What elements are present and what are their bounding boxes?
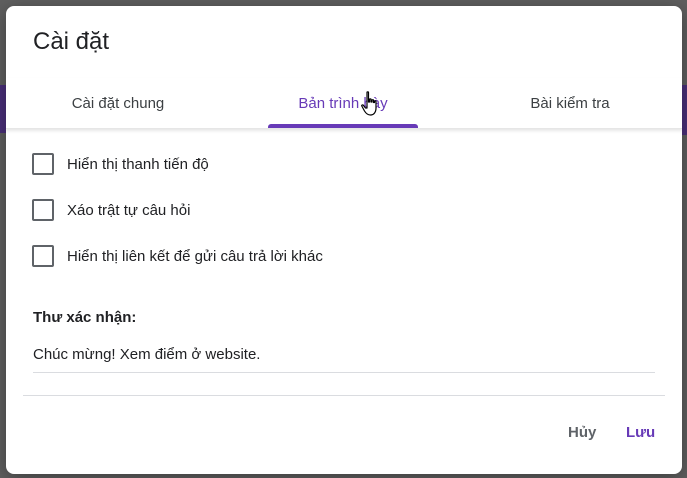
hand-pointer-icon xyxy=(361,91,377,116)
resubmit-link-checkbox[interactable] xyxy=(32,245,54,267)
save-button[interactable]: Lưu xyxy=(622,422,659,443)
option-label: Hiển thị thanh tiến độ xyxy=(67,155,209,173)
cancel-button[interactable]: Hủy xyxy=(564,422,600,443)
footer-divider xyxy=(23,395,665,396)
tab-presentation[interactable]: Bản trình bày xyxy=(268,78,418,128)
confirmation-message-label: Thư xác nhận: xyxy=(33,309,137,326)
dialog-title: Cài đặt xyxy=(33,28,110,55)
option-shuffle-questions[interactable]: Xáo trật tự câu hỏi xyxy=(32,199,190,221)
tab-bar: Cài đặt chung Bản trình bày Bài kiểm tra xyxy=(6,78,682,129)
tab-quizzes[interactable]: Bài kiểm tra xyxy=(496,78,644,128)
option-label: Xáo trật tự câu hỏi xyxy=(67,201,191,219)
settings-dialog: Cài đặt Cài đặt chung Bản trình bày Bài … xyxy=(6,6,682,474)
option-show-resubmit-link[interactable]: Hiển thị liên kết để gửi câu trả lời khá… xyxy=(32,245,323,267)
shuffle-checkbox[interactable] xyxy=(32,199,54,221)
active-tab-indicator xyxy=(268,124,418,128)
tab-general[interactable]: Cài đặt chung xyxy=(46,78,190,128)
option-label: Hiển thị liên kết để gửi câu trả lời khá… xyxy=(67,247,323,265)
progress-bar-checkbox[interactable] xyxy=(32,153,54,175)
option-show-progress-bar[interactable]: Hiển thị thanh tiến độ xyxy=(32,153,209,175)
confirmation-message-input[interactable]: Chúc mừng! Xem điểm ở website. xyxy=(33,344,655,373)
